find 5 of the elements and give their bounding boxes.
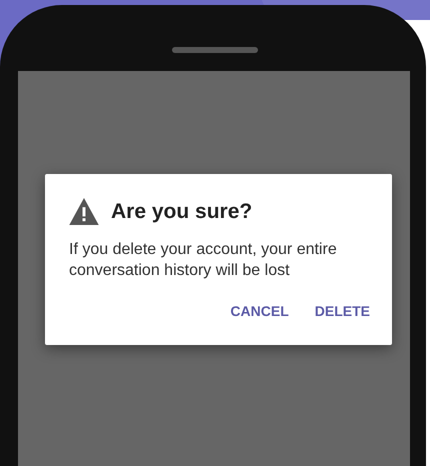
dialog-title: Are you sure?	[111, 200, 252, 224]
dialog-button[interactable]: CANCEL	[222, 295, 297, 327]
dialog-message: If you delete your account, your entire conversation history will be lost	[69, 240, 338, 281]
dialog-button[interactable]: DELETE	[306, 295, 378, 327]
warning-icon	[69, 198, 99, 225]
